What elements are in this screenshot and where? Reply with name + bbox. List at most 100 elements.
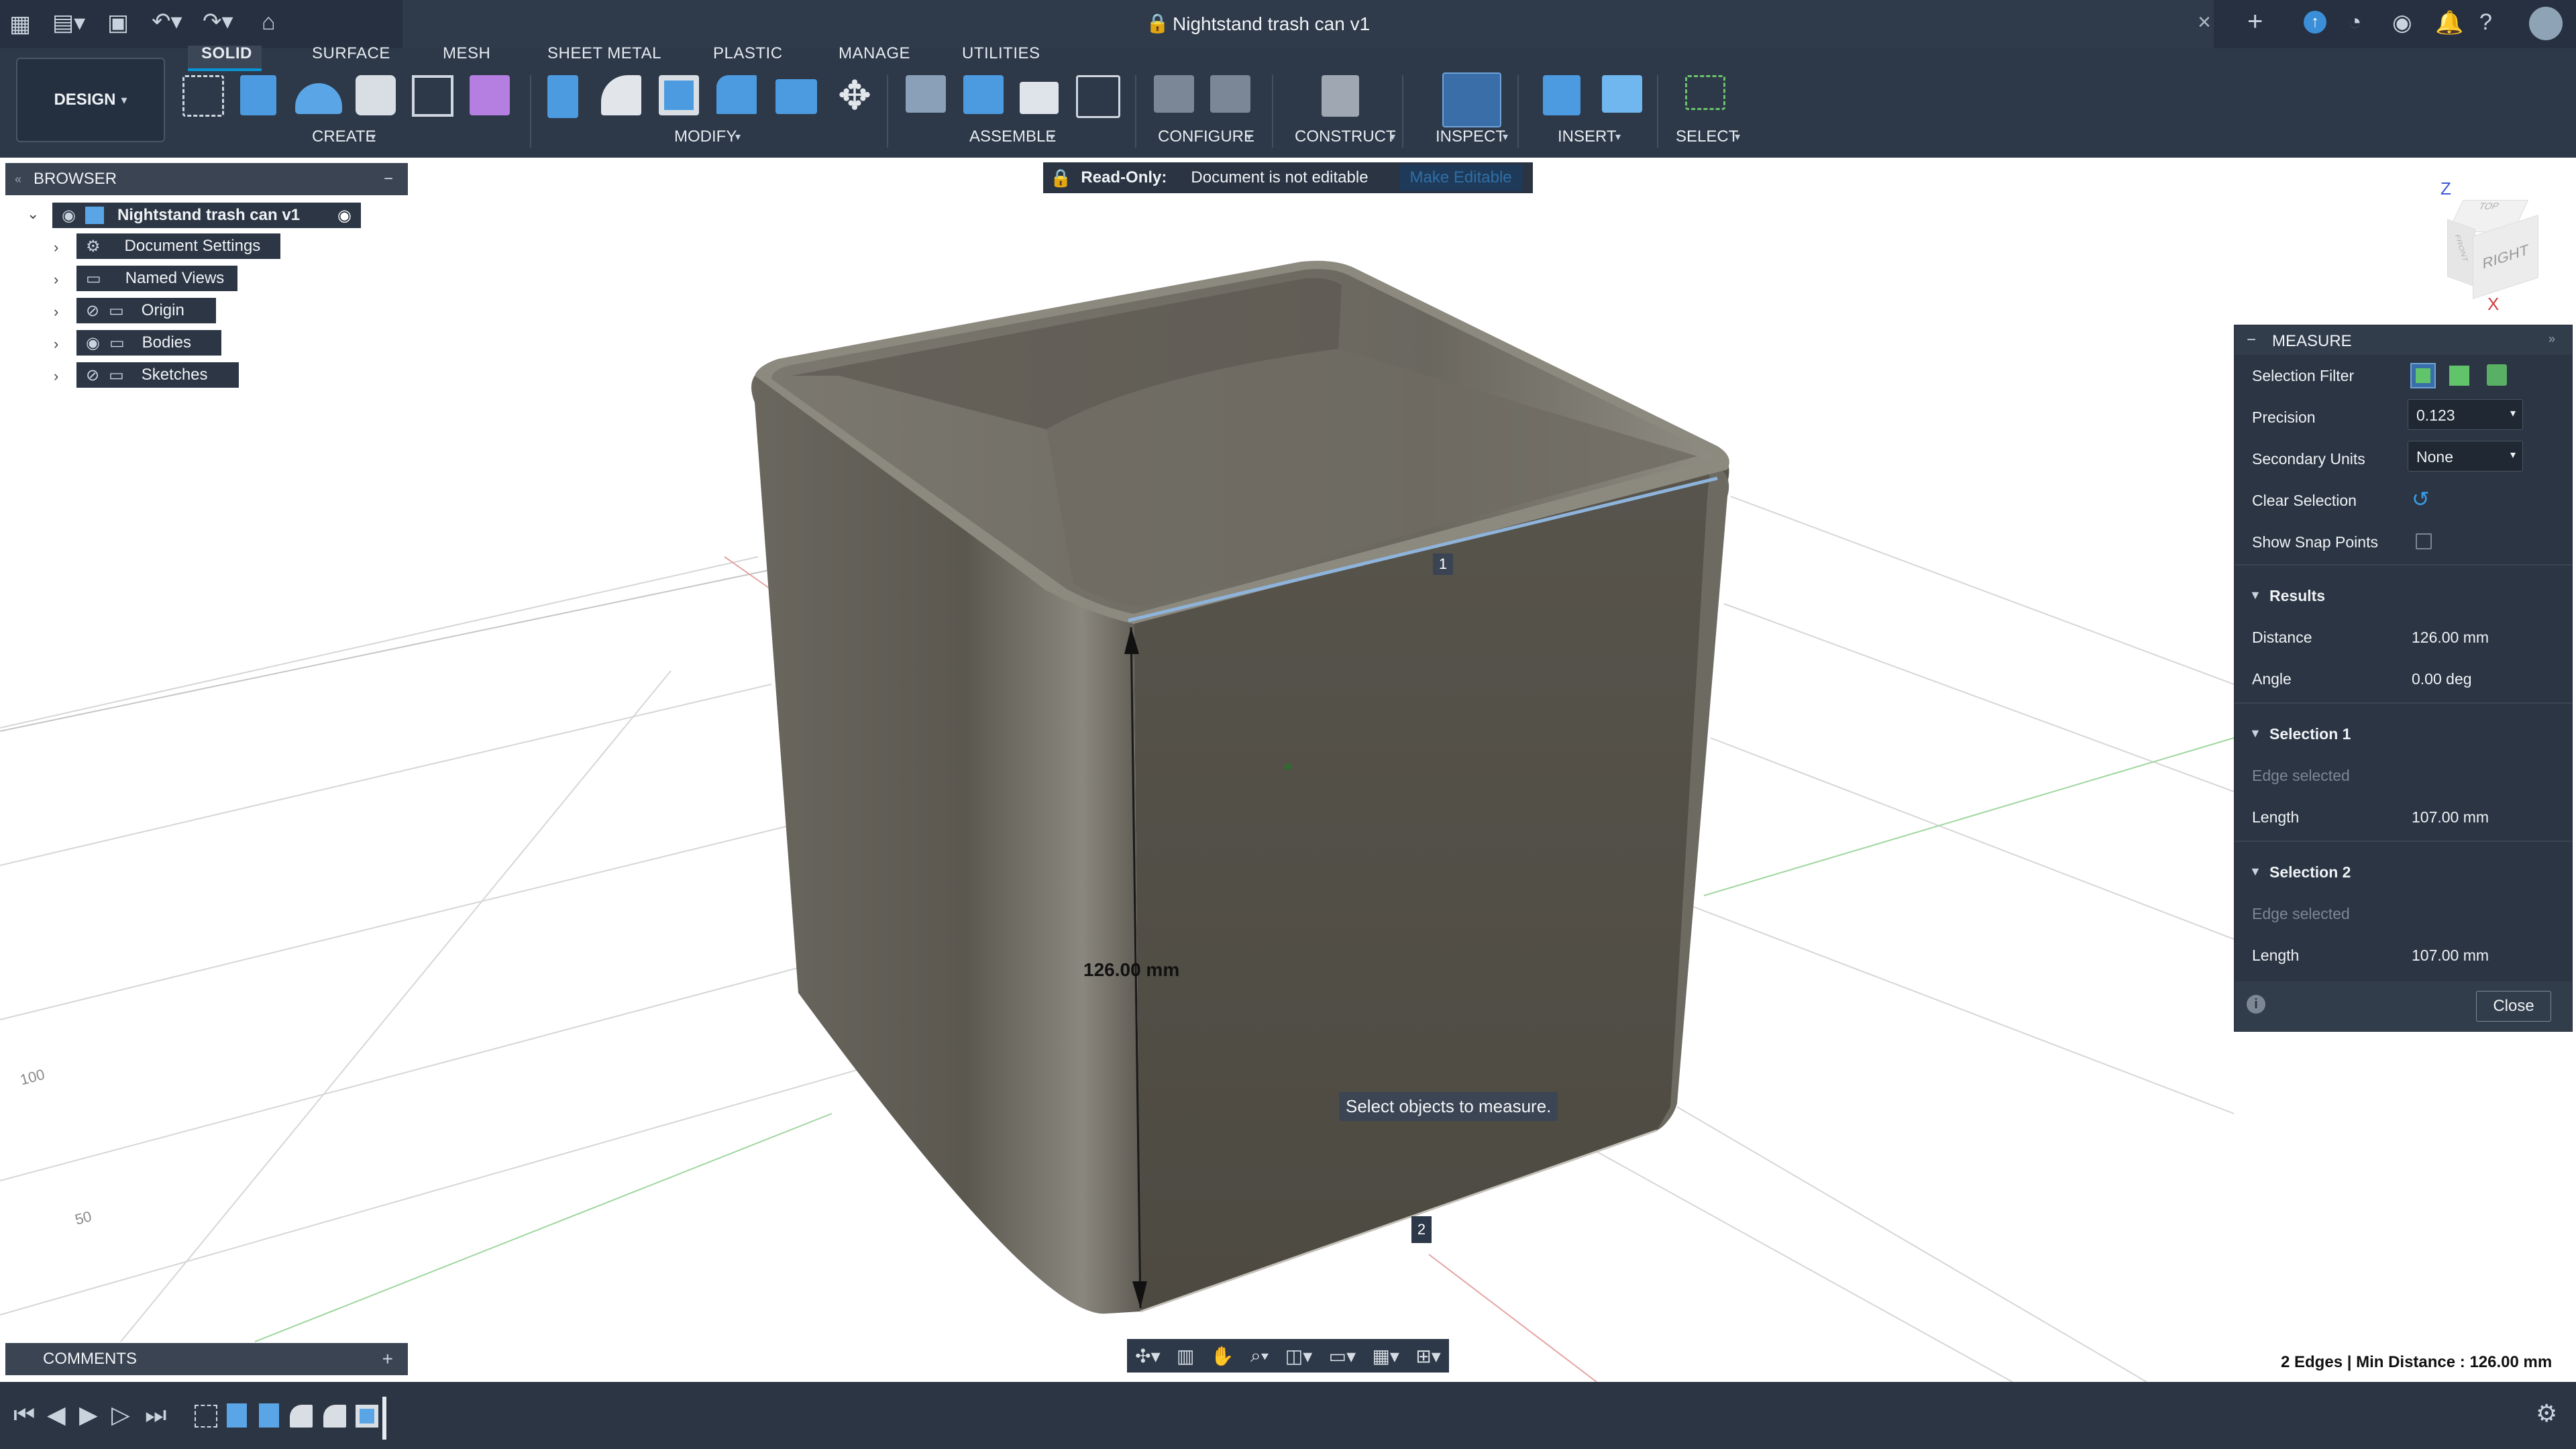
go-to-start-icon[interactable]: ⏮	[13, 1401, 35, 1430]
avatar[interactable]	[2529, 7, 2563, 40]
timeline-feature-fillet[interactable]	[323, 1405, 346, 1428]
group-construct[interactable]: CONSTRUCT	[1295, 127, 1396, 146]
expand-arrow-icon[interactable]: ▼	[2249, 865, 2261, 879]
clear-selection-icon[interactable]: ↺	[2412, 486, 2430, 512]
insert-image-icon[interactable]	[1602, 75, 1642, 113]
step-forward-icon[interactable]: ▷	[111, 1401, 130, 1429]
chamfer-icon[interactable]	[716, 75, 757, 114]
group-modify[interactable]: MODIFY	[674, 127, 737, 146]
timeline-settings-icon[interactable]: ⚙	[2536, 1399, 2557, 1428]
fit-icon[interactable]: ◫▾	[1285, 1345, 1313, 1367]
tree-item-origin[interactable]: ⊘ ▭ Origin	[76, 298, 216, 323]
component-list-icon[interactable]	[1076, 75, 1120, 118]
configure-table-icon[interactable]	[1210, 75, 1250, 113]
expand-arrow-icon[interactable]: ▼	[2249, 588, 2261, 602]
insert-derive-icon[interactable]	[1543, 75, 1580, 115]
eye-hidden-icon[interactable]: ⊘	[86, 366, 99, 385]
save-icon[interactable]: ▣	[107, 9, 129, 36]
notifications-icon[interactable]: 🔔	[2435, 9, 2463, 36]
move-copy-icon[interactable]: ✥	[832, 75, 877, 121]
timeline-feature-extrude[interactable]	[227, 1403, 247, 1428]
tab-sheet-metal[interactable]: SHEET METAL	[547, 44, 661, 63]
orbit-icon[interactable]: ✣▾	[1135, 1345, 1161, 1367]
group-configure[interactable]: CONFIGURE	[1158, 127, 1254, 146]
as-built-joint-icon[interactable]	[1020, 82, 1059, 114]
tab-plastic[interactable]: PLASTIC	[713, 44, 783, 63]
eye-icon[interactable]: ◉	[86, 333, 100, 353]
selection2-title[interactable]: Selection 2	[2269, 863, 2576, 881]
tab-manage[interactable]: MANAGE	[839, 44, 910, 63]
expand-arrow-icon[interactable]: ⌄	[27, 205, 39, 223]
expand-arrow-icon[interactable]: ›	[54, 335, 58, 353]
select-window-icon[interactable]	[1685, 75, 1725, 110]
expand-arrow-icon[interactable]: ›	[54, 239, 58, 256]
timeline-feature-fillet[interactable]	[290, 1405, 313, 1428]
tab-solid[interactable]: SOLID	[201, 44, 252, 63]
close-tab-icon[interactable]: ×	[2198, 9, 2211, 36]
configure-icon[interactable]	[1154, 75, 1194, 113]
collapse-icon[interactable]: −	[2247, 331, 2256, 350]
tab-mesh[interactable]: MESH	[443, 44, 490, 63]
filter-component-icon[interactable]	[2487, 364, 2507, 386]
filter-face-icon[interactable]	[2449, 366, 2469, 386]
zoom-icon[interactable]: ⌕▾	[1250, 1345, 1269, 1367]
comments-header[interactable]: COMMENTS +	[5, 1343, 408, 1375]
group-create[interactable]: CREATE	[312, 127, 376, 146]
snap-points-checkbox[interactable]	[2416, 533, 2432, 549]
new-tab-icon[interactable]: +	[2247, 7, 2263, 37]
browser-root-item[interactable]: ◉ Nightstand trash can v1 ◉	[52, 203, 361, 228]
new-component-icon[interactable]	[906, 75, 946, 113]
expand-arrow-icon[interactable]: ›	[54, 303, 58, 321]
look-at-icon[interactable]: ▥	[1177, 1345, 1194, 1367]
selection1-title[interactable]: Selection 1	[2269, 725, 2576, 743]
file-icon[interactable]: ▤▾	[52, 9, 85, 36]
close-button[interactable]: Close	[2476, 991, 2551, 1022]
job-status-icon[interactable]: ◔	[2348, 9, 2362, 36]
timeline-feature-extrude[interactable]	[259, 1403, 279, 1428]
group-inspect[interactable]: INSPECT	[1436, 127, 1505, 146]
secondary-units-dropdown[interactable]: None ▾	[2408, 441, 2523, 472]
rectangular-pattern-icon[interactable]	[412, 75, 453, 117]
expand-arrow-icon[interactable]: ›	[54, 271, 58, 288]
info-icon[interactable]: i	[2247, 995, 2265, 1014]
document-tab[interactable]: 🔒 Nightstand trash can v1 ×	[402, 0, 2214, 48]
app-grid-icon[interactable]: ▦	[9, 11, 31, 38]
play-icon[interactable]: ▶	[79, 1401, 98, 1429]
tree-item-sketches[interactable]: ⊘ ▭ Sketches	[76, 362, 239, 388]
timeline-feature-sketch[interactable]	[195, 1405, 217, 1428]
tree-item-document-settings[interactable]: ⚙ Document Settings	[76, 233, 280, 259]
eye-icon[interactable]: ◉	[62, 206, 76, 225]
joint-icon[interactable]	[963, 75, 1004, 114]
split-body-icon[interactable]	[775, 79, 817, 114]
undo-icon[interactable]: ↶▾	[152, 8, 182, 35]
results-title[interactable]: Results	[2269, 587, 2576, 605]
go-to-end-icon[interactable]: ⏭	[145, 1401, 166, 1430]
group-select[interactable]: SELECT	[1676, 127, 1738, 146]
browser-header[interactable]: « BROWSER −	[5, 163, 408, 195]
create-sketch-icon[interactable]	[182, 75, 224, 117]
form-icon[interactable]	[470, 75, 510, 115]
edge-marker-1[interactable]: 1	[1433, 553, 1453, 575]
group-insert[interactable]: INSERT	[1558, 127, 1617, 146]
timeline-feature-shell[interactable]	[356, 1405, 378, 1428]
make-editable-link[interactable]: Make Editable	[1399, 164, 1523, 191]
online-icon[interactable]: ◉	[2392, 9, 2412, 36]
add-comment-icon[interactable]: +	[382, 1348, 393, 1370]
expand-panel-icon[interactable]: »	[2548, 332, 2555, 346]
tab-utilities[interactable]: UTILITIES	[962, 44, 1040, 63]
measure-header[interactable]: − MEASURE »	[2235, 325, 2572, 355]
design-workspace-dropdown[interactable]: DESIGN ▾	[16, 58, 165, 142]
viewcube-front-face[interactable]: FRONT	[2447, 219, 2475, 287]
activate-radio-icon[interactable]: ◉	[337, 206, 352, 225]
extrude-icon[interactable]	[240, 75, 276, 115]
tab-surface[interactable]: SURFACE	[312, 44, 390, 63]
expand-arrow-icon[interactable]: ›	[54, 368, 58, 385]
help-icon[interactable]: ?	[2479, 9, 2492, 36]
step-back-icon[interactable]: ◀	[47, 1401, 66, 1429]
grid-settings-icon[interactable]: ▦▾	[1372, 1345, 1399, 1367]
redo-icon[interactable]: ↷▾	[203, 8, 233, 35]
press-pull-icon[interactable]	[547, 75, 578, 118]
edge-marker-2[interactable]: 2	[1411, 1216, 1432, 1243]
viewcube[interactable]: Z TOP FRONT RIGHT X	[2415, 176, 2549, 317]
tree-item-bodies[interactable]: ◉ ▭ Bodies	[76, 330, 221, 356]
